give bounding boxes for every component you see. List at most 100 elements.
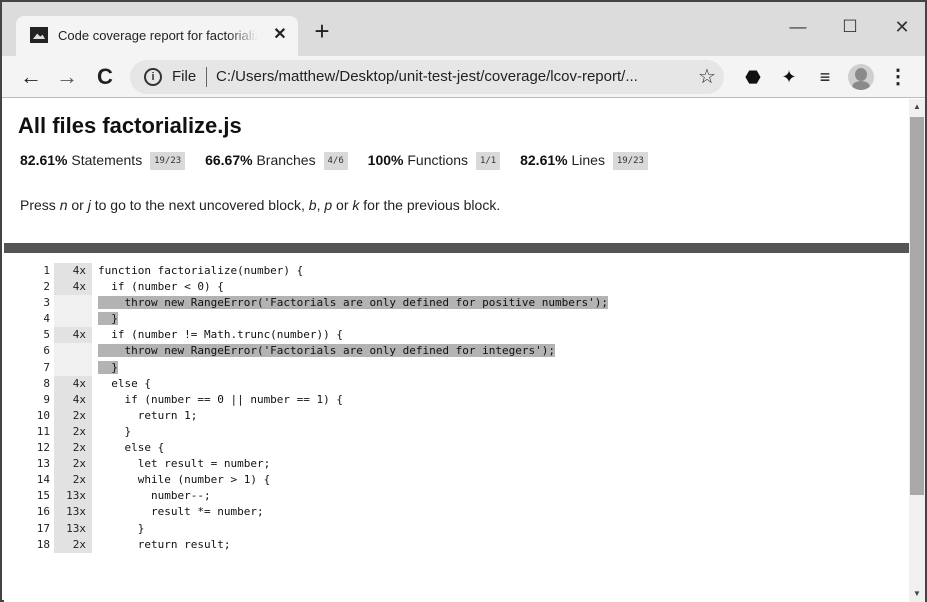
- stat-label: Statements: [71, 152, 143, 168]
- code-line-row: 3 throw new RangeError('Factorials are o…: [4, 295, 909, 312]
- stat-percent: 100%: [367, 152, 404, 168]
- minimize-button[interactable]: —: [778, 12, 818, 42]
- kebab-menu-icon[interactable]: ⋮: [886, 64, 910, 90]
- line-number[interactable]: 17: [18, 521, 50, 537]
- hit-count: 4x: [54, 263, 92, 280]
- stat-percent: 66.67%: [205, 152, 253, 168]
- info-icon[interactable]: i: [144, 68, 162, 86]
- tab-coverage-report[interactable]: Code coverage report for factorialize.js…: [16, 16, 298, 56]
- tab-strip: Code coverage report for factorialize.js…: [2, 2, 925, 56]
- coverage-summary: 82.61% Statements 19/23 66.67% Branches …: [20, 149, 664, 171]
- hint-text: or: [332, 197, 353, 213]
- stat-label: Branches: [256, 152, 316, 168]
- line-number[interactable]: 10: [18, 408, 50, 424]
- hit-count: 2x: [54, 440, 92, 457]
- source-code-covered: if (number != Math.trunc(number)) {: [98, 328, 344, 342]
- stat-fraction-badge: 4/6: [323, 152, 348, 171]
- profile-avatar[interactable]: [848, 64, 874, 90]
- hint-text: or: [67, 197, 88, 213]
- stat-lines: 82.61% Lines 19/23: [520, 149, 648, 171]
- new-tab-button[interactable]: +: [308, 18, 336, 46]
- hit-count: 2x: [54, 407, 92, 424]
- vertical-scrollbar[interactable]: ▲ ▼: [909, 99, 925, 602]
- hit-count: [54, 311, 92, 328]
- maximize-button[interactable]: ☐: [830, 12, 870, 42]
- code-line-row: 10 2x return 1;: [4, 407, 909, 424]
- line-number[interactable]: 2: [18, 279, 50, 295]
- line-number[interactable]: 8: [18, 376, 50, 392]
- url-separator: [206, 67, 207, 87]
- uncovered-code-highlight: }: [98, 312, 118, 326]
- source-code-covered: while (number > 1) {: [98, 473, 271, 487]
- source-code-covered: let result = number;: [98, 457, 271, 471]
- code-line-row: 15 13x number--;: [4, 488, 909, 505]
- stat-branches: 66.67% Branches 4/6: [205, 149, 348, 171]
- scroll-thumb[interactable]: [910, 117, 924, 495]
- url-text[interactable]: C:/Users/matthew/Desktop/unit-test-jest/…: [216, 68, 696, 86]
- line-number[interactable]: 16: [18, 504, 50, 520]
- line-number[interactable]: 1: [18, 263, 50, 279]
- reload-icon[interactable]: C: [90, 62, 120, 92]
- line-number[interactable]: 18: [18, 537, 50, 553]
- hit-count: 2x: [54, 472, 92, 489]
- code-line-row: 7 }: [4, 359, 909, 376]
- code-line-row: 11 2x }: [4, 423, 909, 441]
- source-code: throw new RangeError('Factorials are onl…: [98, 343, 555, 359]
- tab-title: Code coverage report for factorialize.js: [58, 28, 258, 43]
- source-code-covered: else {: [98, 376, 151, 390]
- tab-close-icon[interactable]: ✕: [270, 24, 290, 46]
- code-line-row: 16 13x result *= number;: [4, 504, 909, 521]
- code-line-row: 17 13x }: [4, 520, 909, 537]
- hint-key: b: [308, 197, 317, 213]
- line-number[interactable]: 11: [18, 424, 50, 440]
- stat-percent: 82.61%: [520, 152, 568, 168]
- source-code-covered: else {: [98, 441, 165, 455]
- line-number[interactable]: 12: [18, 440, 50, 456]
- source-code: else {: [98, 376, 151, 392]
- code-line-row: 5 4x if (number != Math.trunc(number)) {: [4, 327, 909, 344]
- stat-functions: 100% Functions 1/1: [368, 149, 501, 171]
- hit-count: 13x: [54, 520, 92, 537]
- source-code-covered: return result;: [98, 537, 231, 551]
- source-code-covered: return 1;: [98, 408, 198, 422]
- extensions-puzzle-icon[interactable]: ✦: [776, 64, 802, 90]
- hit-count: [54, 295, 92, 312]
- status-divider-bar: [4, 243, 909, 253]
- code-line-row: 9 4x if (number == 0 || number == 1) {: [4, 391, 909, 408]
- hint-text: to go to the next uncovered block,: [90, 197, 309, 213]
- forward-arrow-icon[interactable]: →: [52, 62, 82, 92]
- stat-fraction-badge: 1/1: [475, 152, 501, 171]
- code-line-row: 13 2x let result = number;: [4, 456, 909, 473]
- source-code: result *= number;: [98, 504, 264, 520]
- scroll-up-arrow-icon[interactable]: ▲: [909, 99, 925, 115]
- stat-fraction-badge: 19/23: [612, 152, 648, 171]
- source-code: }: [98, 311, 118, 327]
- line-number[interactable]: 15: [18, 488, 50, 504]
- extension-hexagon-icon[interactable]: ⬣: [740, 64, 766, 90]
- line-number[interactable]: 14: [18, 472, 50, 488]
- line-number[interactable]: 3: [18, 295, 50, 311]
- source-code: throw new RangeError('Factorials are onl…: [98, 295, 608, 311]
- source-code: let result = number;: [98, 456, 270, 472]
- stat-label: Lines: [571, 152, 605, 168]
- scroll-down-arrow-icon[interactable]: ▼: [909, 586, 925, 602]
- keyboard-hint: Press n or j to go to the next uncovered…: [20, 195, 500, 215]
- line-number[interactable]: 6: [18, 343, 50, 359]
- uncovered-code-highlight: }: [98, 360, 118, 374]
- address-bar[interactable]: i File C:/Users/matthew/Desktop/unit-tes…: [130, 60, 724, 94]
- line-number[interactable]: 5: [18, 327, 50, 343]
- hit-count: 4x: [54, 375, 92, 392]
- hit-count: 2x: [54, 536, 92, 553]
- line-number[interactable]: 13: [18, 456, 50, 472]
- source-code: number--;: [98, 488, 211, 504]
- source-code-covered: }: [98, 424, 132, 438]
- code-line-row: 1 4x function factorialize(number) {: [4, 263, 909, 280]
- bookmark-star-icon[interactable]: ☆: [696, 65, 718, 89]
- line-number[interactable]: 7: [18, 360, 50, 376]
- line-number[interactable]: 9: [18, 392, 50, 408]
- close-window-button[interactable]: ✕: [882, 12, 922, 42]
- media-control-icon[interactable]: ≡: [812, 64, 838, 90]
- back-arrow-icon[interactable]: ←: [16, 62, 46, 92]
- source-code: }: [98, 424, 131, 440]
- line-number[interactable]: 4: [18, 311, 50, 327]
